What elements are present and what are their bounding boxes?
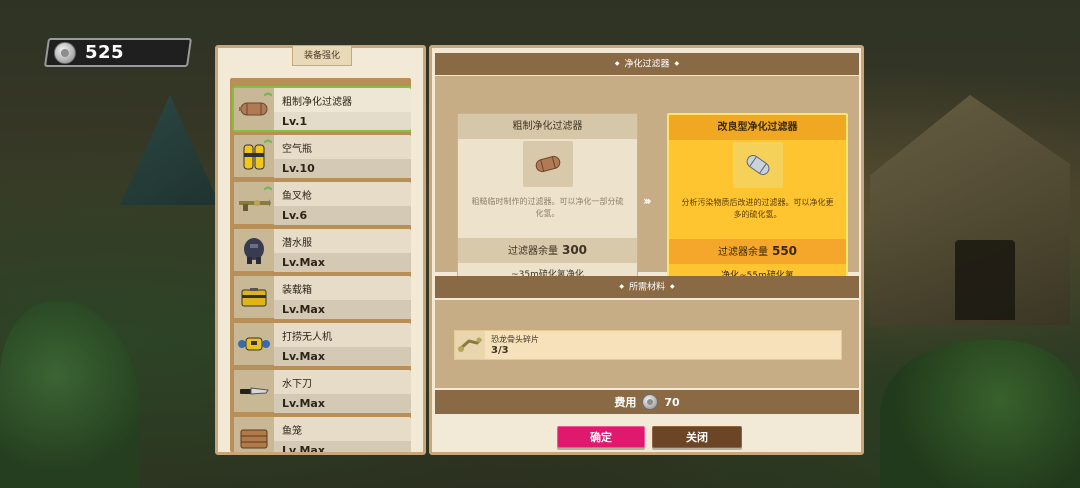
equipment-upgrade-panel: 装备强化 ︽ 粗制净化过滤器 Lv.1 ︽ 空气瓶 Lv.10 ︽ 鱼叉枪 Lv… — [215, 45, 426, 455]
current-filter-card: 粗制净化过滤器 粗糙临时制作的过滤器。可以净化一部分硫化氢。 过滤器余量 300 … — [457, 113, 638, 288]
fish-trap-icon — [234, 417, 274, 452]
remaining-value: 550 — [771, 244, 798, 258]
upgrade-available-icon: ︽ — [264, 135, 272, 144]
equipment-name: 空气瓶 — [282, 144, 312, 155]
equipment-level: Lv.6 — [274, 206, 411, 225]
equipment-name: 粗制净化过滤器 — [282, 97, 352, 108]
material-name: 恐龙骨头碎片 — [491, 335, 539, 344]
equipment-item-coarse-filter[interactable]: ︽ 粗制净化过滤器 Lv.1 — [232, 86, 411, 132]
upgrade-available-icon: ︽ — [264, 182, 272, 191]
equipment-item-harpoon-gun[interactable]: ︽ 鱼叉枪 Lv.6 — [234, 182, 411, 225]
silver-coin-icon — [54, 41, 76, 64]
section-title: 净化过滤器 — [435, 53, 859, 75]
salvage-drone-icon — [234, 323, 274, 365]
equipment-item-salvage-drone[interactable]: 打捞无人机 Lv.Max — [234, 323, 411, 366]
bone-fragment-icon — [455, 331, 485, 359]
equipment-name: 鱼叉枪 — [282, 191, 312, 202]
background-foliage — [880, 340, 1080, 488]
filter-canister-icon — [522, 141, 573, 187]
silver-coin-icon — [642, 394, 659, 410]
equipment-item-fish-trap[interactable]: 鱼笼 Lv.Max — [234, 417, 411, 452]
equipment-name: 水下刀 — [282, 379, 312, 390]
equipment-level: Lv.Max — [274, 394, 411, 413]
material-item: 恐龙骨头碎片 3/3 — [454, 330, 842, 360]
upgrade-available-icon: ︽ — [264, 88, 272, 97]
upgrade-arrow-icon: ››› — [643, 194, 652, 208]
equipment-name: 装载箱 — [282, 285, 312, 296]
equipment-name: 潜水服 — [282, 238, 312, 249]
equipment-level: Lv.1 — [274, 112, 411, 131]
materials-title: 所需材料 — [435, 276, 859, 298]
equipment-level: Lv.Max — [274, 347, 411, 366]
air-tank-icon: ︽ — [234, 135, 274, 177]
confirm-button[interactable]: 确定 — [557, 426, 645, 448]
equipment-item-diving-suit[interactable]: 潜水服 Lv.Max — [234, 229, 411, 272]
currency-amount: 525 — [85, 42, 125, 63]
equipment-list[interactable]: ︽ 粗制净化过滤器 Lv.1 ︽ 空气瓶 Lv.10 ︽ 鱼叉枪 Lv.6 潜水… — [230, 78, 411, 452]
equipment-level: Lv.10 — [274, 159, 411, 178]
equipment-level: Lv.Max — [274, 253, 411, 272]
remaining-label: 过滤器余量 — [717, 247, 768, 258]
cost-value: 70 — [664, 395, 680, 409]
material-count: 3/3 — [491, 345, 509, 356]
currency-display: 525 — [43, 38, 193, 67]
current-filter-description: 粗糙临时制作的过滤器。可以净化一部分硫化氢。 — [471, 197, 624, 218]
background-hut-door — [955, 240, 1015, 320]
equipment-item-cargo-box[interactable]: 装载箱 Lv.Max — [234, 276, 411, 319]
cost-label: 费用 — [614, 396, 637, 409]
upgraded-filter-remaining: 过滤器余量 550 — [669, 239, 846, 264]
remaining-value: 300 — [561, 243, 588, 257]
equipment-item-dive-knife[interactable]: 水下刀 Lv.Max — [234, 370, 411, 413]
dive-knife-icon — [234, 370, 274, 412]
harpoon-gun-icon: ︽ — [234, 182, 274, 224]
equipment-level: Lv.Max — [274, 441, 411, 452]
improved-filter-icon — [732, 142, 783, 188]
cost-bar: 费用 70 — [435, 390, 859, 414]
equipment-name: 鱼笼 — [282, 426, 302, 437]
upgraded-filter-title: 改良型净化过滤器 — [669, 115, 846, 140]
background-tent — [120, 95, 220, 205]
remaining-label: 过滤器余量 — [507, 246, 558, 257]
equipment-name: 打捞无人机 — [282, 332, 332, 343]
close-button[interactable]: 关闭 — [652, 426, 742, 448]
diving-suit-icon — [234, 229, 274, 271]
cargo-box-icon — [234, 276, 274, 318]
equipment-item-air-tank[interactable]: ︽ 空气瓶 Lv.10 — [234, 135, 411, 178]
tab-equipment-upgrade[interactable]: 装备强化 — [292, 46, 352, 66]
current-filter-title: 粗制净化过滤器 — [458, 114, 637, 139]
upgraded-filter-card: 改良型净化过滤器 分析污染物质后改进的过滤器。可以净化更多的硫化氢。 过滤器余量… — [667, 113, 848, 288]
current-filter-remaining: 过滤器余量 300 — [458, 238, 637, 263]
filter-detail-panel: 净化过滤器 粗制净化过滤器 粗糙临时制作的过滤器。可以净化一部分硫化氢。 过滤器… — [429, 45, 864, 455]
filter-comparison-area: 粗制净化过滤器 粗糙临时制作的过滤器。可以净化一部分硫化氢。 过滤器余量 300 … — [435, 76, 859, 288]
background-foliage — [0, 300, 140, 488]
upgraded-filter-description: 分析污染物质后改进的过滤器。可以净化更多的硫化氢。 — [681, 198, 834, 219]
equipment-level: Lv.Max — [274, 300, 411, 319]
filter-canister-icon: ︽ — [234, 88, 274, 130]
